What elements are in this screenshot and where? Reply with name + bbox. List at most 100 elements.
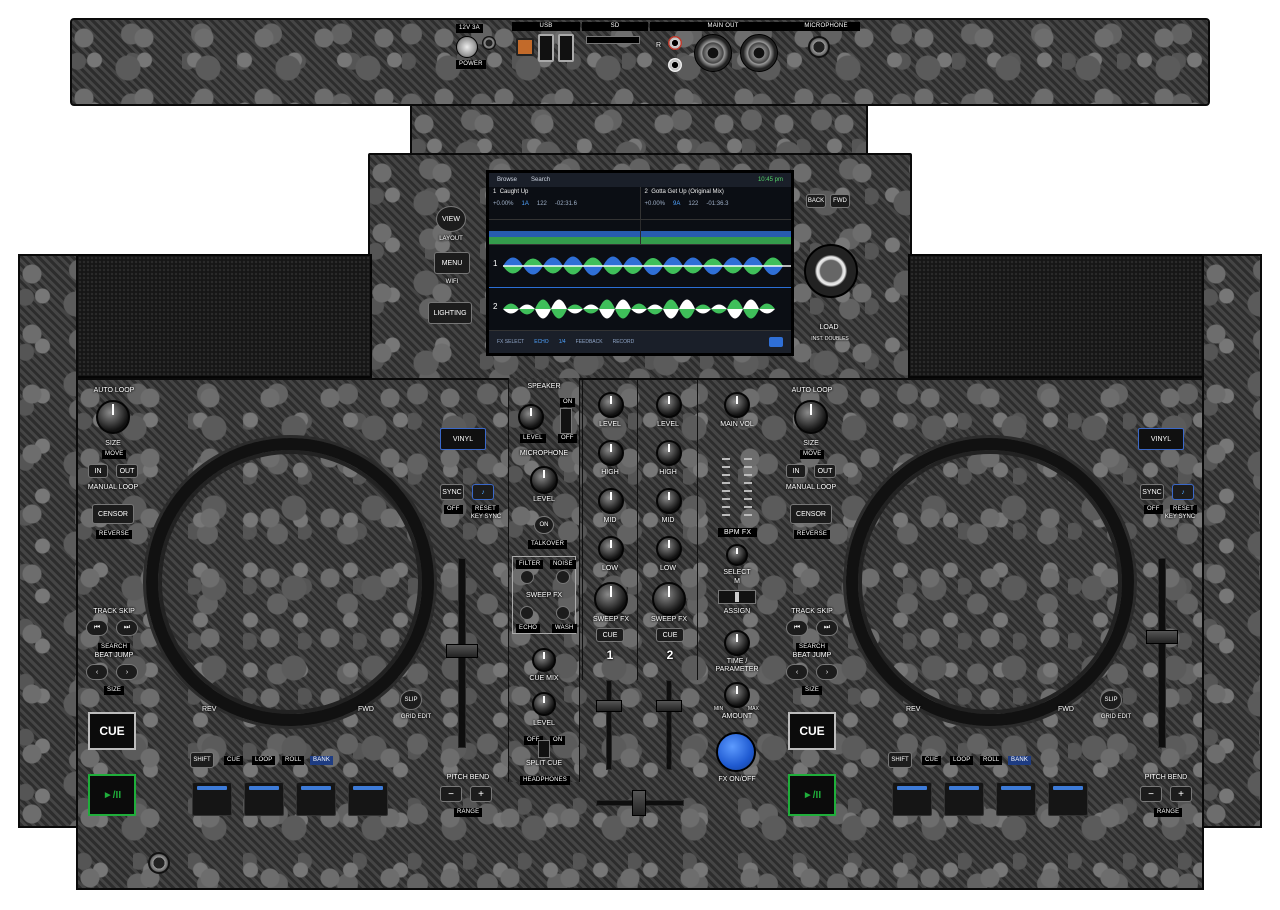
left-pitch-fader[interactable]	[446, 644, 478, 658]
right-mode-loop[interactable]: LOOP	[950, 756, 974, 765]
left-key-sync-button[interactable]: ♪	[472, 484, 494, 500]
ch2-sweep-fx-knob[interactable]	[652, 582, 686, 616]
fx-amount-knob[interactable]	[724, 682, 750, 708]
headphone-level-knob[interactable]	[532, 692, 556, 716]
right-pitch-bend-minus[interactable]: −	[1140, 786, 1162, 802]
right-key-sync-button[interactable]: ♪	[1172, 484, 1194, 500]
left-pitch-bend-plus[interactable]: +	[470, 786, 492, 802]
left-pad-1[interactable]	[192, 782, 232, 816]
usb-b-port[interactable]	[516, 38, 534, 56]
ch2-fader[interactable]	[656, 700, 682, 712]
fx-assign-switch[interactable]	[718, 590, 756, 604]
ch1-low-knob[interactable]	[598, 536, 624, 562]
view-button[interactable]: VIEW	[436, 206, 466, 232]
deck1-info[interactable]: 1 Caught Up +0.00% 1A 122 -02:31.6	[489, 187, 641, 219]
right-loop-in-button[interactable]: IN	[786, 464, 806, 478]
ch1-fader[interactable]	[596, 700, 622, 712]
dc-jack[interactable]	[482, 36, 496, 50]
left-mode-roll[interactable]: ROLL	[282, 756, 305, 765]
search-tab[interactable]: Search	[531, 177, 550, 183]
split-cue-switch[interactable]	[538, 740, 550, 758]
usb-a-port-1[interactable]	[538, 34, 554, 62]
right-loop-out-button[interactable]: OUT	[814, 464, 836, 478]
right-skip-fwd-button[interactable]: ⏭	[816, 620, 838, 636]
right-play-button[interactable]: ►/II	[788, 774, 836, 816]
ch1-level-knob[interactable]	[598, 392, 624, 418]
ch2-level-knob[interactable]	[656, 392, 682, 418]
sd-slot[interactable]	[586, 36, 640, 44]
right-auto-loop-knob[interactable]	[794, 400, 828, 434]
fx-time-knob[interactable]	[724, 630, 750, 656]
footer-fx-toggle[interactable]	[769, 337, 783, 347]
left-mode-bank[interactable]: BANK	[310, 756, 334, 765]
noise-button[interactable]	[556, 570, 570, 584]
left-pad-3[interactable]	[296, 782, 336, 816]
rca-left[interactable]	[668, 58, 682, 72]
touchscreen[interactable]: Browse Search 10:45 pm 1 Caught Up +0.00…	[486, 170, 794, 356]
power-button[interactable]	[456, 36, 478, 58]
right-pad-1[interactable]	[892, 782, 932, 816]
left-cue-button[interactable]: CUE	[88, 712, 136, 750]
echo-button[interactable]	[520, 606, 534, 620]
ch2-high-knob[interactable]	[656, 440, 682, 466]
xlr-out-2[interactable]	[740, 34, 778, 72]
left-loop-in-button[interactable]: IN	[88, 464, 108, 478]
main-vol-knob[interactable]	[724, 392, 750, 418]
left-pad-2[interactable]	[244, 782, 284, 816]
right-pad-3[interactable]	[996, 782, 1036, 816]
cue-mix-knob[interactable]	[532, 648, 556, 672]
speaker-level-knob[interactable]	[518, 404, 544, 430]
right-beat-jump-back[interactable]: ‹	[786, 664, 808, 680]
right-sync-button[interactable]: SYNC	[1140, 484, 1164, 500]
mic-on-button[interactable]: ON	[534, 516, 554, 534]
wash-button[interactable]	[556, 606, 570, 620]
right-mode-roll[interactable]: ROLL	[980, 756, 1003, 765]
load-label[interactable]: LOAD	[814, 324, 844, 331]
left-beat-jump-fwd[interactable]: ›	[116, 664, 138, 680]
left-mode-cue[interactable]: CUE	[224, 756, 244, 765]
xlr-out-1[interactable]	[694, 34, 732, 72]
ch1-high-knob[interactable]	[598, 440, 624, 466]
filter-button[interactable]	[520, 570, 534, 584]
left-skip-back-button[interactable]: ⏮	[86, 620, 108, 636]
right-mode-cue[interactable]: CUE	[922, 756, 942, 765]
fx-on-off-button[interactable]	[716, 732, 756, 772]
mic-input[interactable]	[808, 36, 830, 58]
left-censor-button[interactable]: CENSOR	[92, 504, 134, 524]
mic-level-knob[interactable]	[530, 466, 558, 494]
left-slip-button[interactable]: SLIP	[400, 690, 422, 710]
left-pitch-bend-minus[interactable]: −	[440, 786, 462, 802]
right-vinyl-button[interactable]: VINYL	[1138, 428, 1184, 450]
browse-knob[interactable]	[804, 244, 858, 298]
right-pitch-bend-plus[interactable]: +	[1170, 786, 1192, 802]
left-pad-4[interactable]	[348, 782, 388, 816]
right-mode-bank[interactable]: BANK	[1008, 756, 1032, 765]
fx-select-knob[interactable]	[726, 544, 748, 566]
rca-right[interactable]	[668, 36, 682, 50]
left-shift-button[interactable]: SHIFT	[190, 752, 214, 768]
right-shift-button[interactable]: SHIFT	[888, 752, 912, 768]
ch2-mid-knob[interactable]	[656, 488, 682, 514]
ch1-mid-knob[interactable]	[598, 488, 624, 514]
right-beat-jump-fwd[interactable]: ›	[816, 664, 838, 680]
usb-a-port-2[interactable]	[558, 34, 574, 62]
right-slip-button[interactable]: SLIP	[1100, 690, 1122, 710]
waveform-lane-2[interactable]: 2	[489, 288, 791, 331]
right-pitch-fader[interactable]	[1146, 630, 1178, 644]
back-button[interactable]: BACK	[806, 194, 826, 208]
left-jog-wheel[interactable]	[146, 438, 434, 726]
waveform-lane-1[interactable]: 1	[489, 245, 791, 288]
deck2-info[interactable]: 2 Gotta Get Up (Original Mix) +0.00% 9A …	[641, 187, 792, 219]
right-skip-back-button[interactable]: ⏮	[786, 620, 808, 636]
menu-button[interactable]: MENU	[434, 252, 470, 274]
left-auto-loop-knob[interactable]	[96, 400, 130, 434]
fwd-button[interactable]: FWD	[830, 194, 850, 208]
browse-tab[interactable]: Browse	[497, 177, 517, 183]
left-skip-fwd-button[interactable]: ⏭	[116, 620, 138, 636]
speaker-switch[interactable]	[560, 408, 572, 434]
ch2-cue-button[interactable]: CUE	[656, 628, 684, 642]
left-mode-loop[interactable]: LOOP	[252, 756, 276, 765]
right-censor-button[interactable]: CENSOR	[790, 504, 832, 524]
headphone-jack[interactable]	[148, 852, 170, 874]
ch1-sweep-fx-knob[interactable]	[594, 582, 628, 616]
